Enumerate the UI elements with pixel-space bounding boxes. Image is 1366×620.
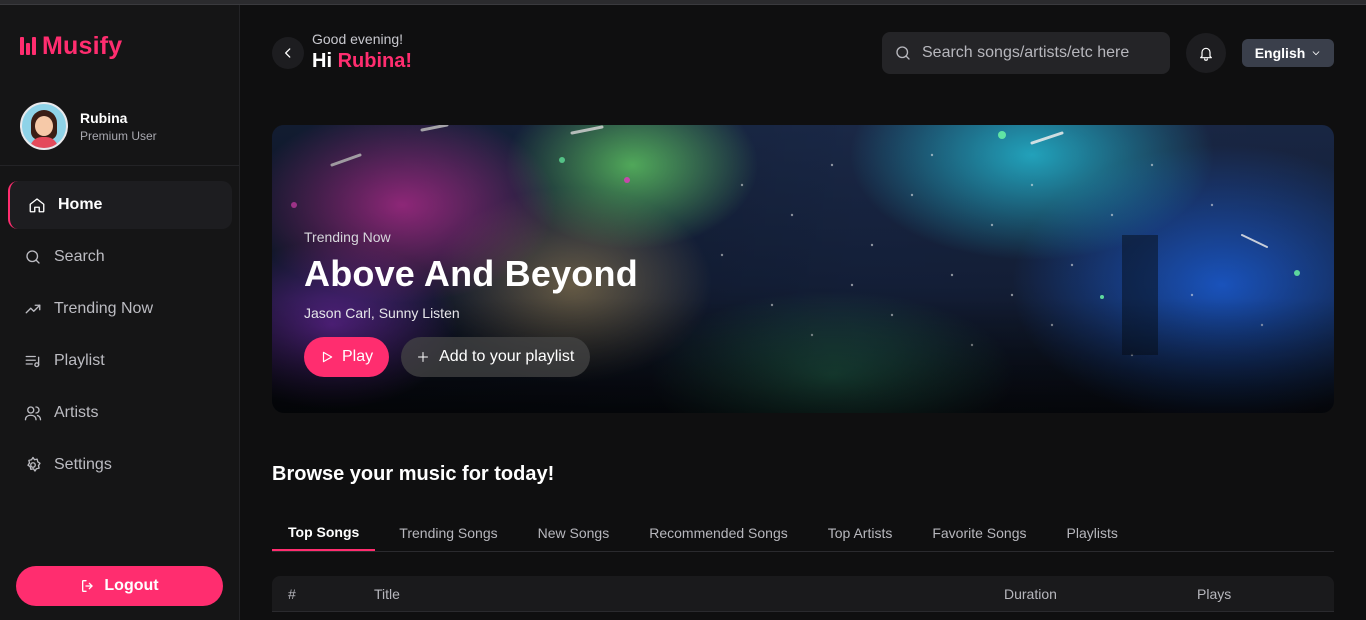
sidebar-item-trending[interactable]: Trending Now: [8, 285, 232, 333]
sidebar-item-label: Trending Now: [54, 300, 154, 317]
plus-icon: [418, 352, 429, 362]
hero-tag: Trending Now: [304, 229, 391, 245]
user-name: Rubina: [80, 109, 128, 126]
hero-banner: Trending Now Above And Beyond Jason Carl…: [272, 125, 1334, 413]
sidebar-item-search[interactable]: Search: [8, 233, 232, 281]
column-duration[interactable]: Duration: [1004, 586, 1057, 602]
section-title: Browse your music for today!: [272, 463, 555, 485]
search-icon: [26, 250, 40, 264]
add-label: Add to your playlist: [439, 348, 575, 365]
add-to-playlist-button[interactable]: Add to your playlist: [401, 337, 591, 377]
bell-icon: [1200, 47, 1212, 61]
sidebar: Musify Rubina Premium User Home Search T…: [0, 5, 240, 620]
greeting-subtitle: Good evening!: [312, 31, 404, 47]
column-title[interactable]: Title: [374, 586, 400, 602]
hero-actions: Play Add to your playlist: [304, 337, 638, 377]
chevron-left-icon: [285, 48, 291, 58]
songs-table-header: # Title Duration Plays: [272, 576, 1334, 612]
greeting-title: Hi Rubina!: [312, 50, 412, 73]
tab-favorite-songs[interactable]: Favorite Songs: [916, 514, 1042, 551]
playlist-icon: [25, 355, 40, 368]
column-plays[interactable]: Plays: [1197, 586, 1231, 602]
sidebar-item-label: Artists: [54, 404, 99, 421]
back-button[interactable]: [272, 37, 304, 69]
app-name: Musify: [42, 31, 123, 60]
tab-trending-songs[interactable]: Trending Songs: [383, 514, 513, 551]
greeting-name: Rubina!: [337, 50, 412, 72]
search-input[interactable]: [922, 44, 1162, 62]
tab-top-artists[interactable]: Top Artists: [812, 514, 909, 551]
avatar: [20, 102, 68, 150]
logo-bars-icon: [20, 37, 38, 55]
hero-title: Above And Beyond: [304, 253, 638, 294]
hero-artists: Jason Carl, Sunny Listen: [304, 305, 460, 321]
column-number[interactable]: #: [288, 586, 296, 602]
play-button[interactable]: Play: [304, 337, 390, 377]
greeting-hi: Hi: [312, 50, 332, 72]
app-logo[interactable]: Musify: [20, 32, 122, 60]
tab-top-songs[interactable]: Top Songs: [272, 514, 376, 551]
home-icon: [29, 198, 45, 213]
sidebar-item-playlist[interactable]: Playlist: [8, 337, 232, 385]
notifications-button[interactable]: [1186, 33, 1226, 73]
tab-recommended-songs[interactable]: Recommended Songs: [633, 514, 804, 551]
search-bar[interactable]: [882, 32, 1170, 74]
greeting: Good evening! Hi Rubina!: [312, 31, 412, 73]
trending-icon: [25, 304, 41, 314]
browse-tabs: Top Songs Trending Songs New Songs Recom…: [272, 514, 1334, 552]
play-label: Play: [342, 348, 374, 365]
logout-button[interactable]: Logout: [16, 566, 223, 606]
sidebar-divider: [0, 165, 239, 166]
sidebar-item-label: Settings: [54, 456, 112, 473]
sidebar-item-artists[interactable]: Artists: [8, 389, 232, 437]
gear-icon: [27, 456, 41, 472]
user-profile[interactable]: Rubina Premium User: [20, 102, 157, 150]
sidebar-item-label: Home: [58, 196, 103, 213]
sidebar-item-settings[interactable]: Settings: [8, 441, 232, 489]
sidebar-item-home[interactable]: Home: [8, 181, 232, 229]
language-select[interactable]: English: [1242, 39, 1334, 67]
sidebar-nav: Home Search Trending Now Playlist Artist…: [8, 181, 232, 493]
play-icon: [322, 351, 333, 363]
chevron-down-icon: [1312, 51, 1320, 56]
tab-playlists[interactable]: Playlists: [1051, 514, 1134, 551]
users-icon: [24, 406, 42, 421]
logout-label: Logout: [104, 577, 159, 594]
tab-new-songs[interactable]: New Songs: [522, 514, 626, 551]
logout-icon: [82, 580, 94, 592]
sidebar-item-label: Playlist: [54, 352, 105, 369]
user-role: Premium User: [80, 128, 157, 143]
language-label: English: [1254, 45, 1306, 61]
sidebar-item-label: Search: [54, 248, 105, 265]
search-icon: [896, 46, 910, 60]
hero-content: Trending Now Above And Beyond Jason Carl…: [304, 229, 638, 377]
